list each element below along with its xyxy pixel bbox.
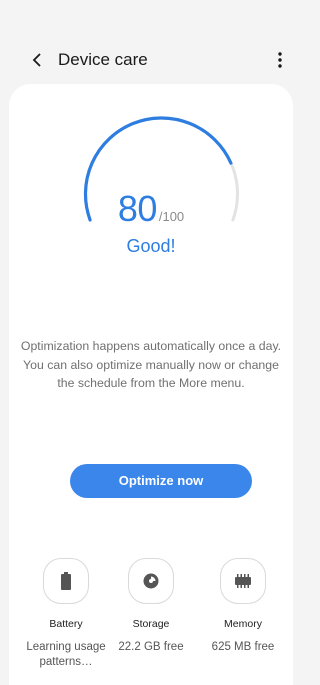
storage-pie-icon	[143, 573, 159, 589]
memory-button[interactable]	[220, 558, 266, 604]
optimization-description: Optimization happens automatically once …	[20, 339, 282, 390]
score-max: /100	[158, 209, 185, 224]
memory-value: 625 MB free	[211, 641, 275, 653]
more-options-button[interactable]	[268, 48, 292, 72]
back-button[interactable]	[26, 48, 50, 72]
score-value: 80	[117, 188, 158, 229]
app-header: Device care	[0, 40, 302, 80]
score-display: 80/100	[9, 188, 293, 230]
chevron-left-icon	[32, 53, 41, 67]
memory-tool[interactable]: Memory 625 MB free	[196, 558, 290, 655]
storage-button[interactable]	[128, 558, 174, 604]
page-title: Device care	[58, 50, 148, 69]
battery-value: Learning usage patterns…	[26, 641, 106, 668]
battery-button[interactable]	[43, 558, 89, 604]
battery-label: Battery	[49, 618, 83, 630]
memory-label: Memory	[224, 618, 262, 630]
battery-tool[interactable]: Battery Learning usage patterns…	[19, 558, 113, 670]
storage-tool[interactable]: Storage 22.2 GB free	[104, 558, 198, 655]
more-vertical-icon	[278, 52, 282, 68]
optimize-now-button[interactable]: Optimize now	[70, 464, 252, 498]
storage-value: 22.2 GB free	[118, 641, 184, 653]
score-status: Good!	[126, 236, 176, 256]
memory-chip-icon	[235, 574, 251, 588]
storage-label: Storage	[132, 618, 170, 630]
device-care-card: 80/100 Good! Optimization happens automa…	[9, 84, 293, 685]
battery-icon	[61, 572, 71, 590]
